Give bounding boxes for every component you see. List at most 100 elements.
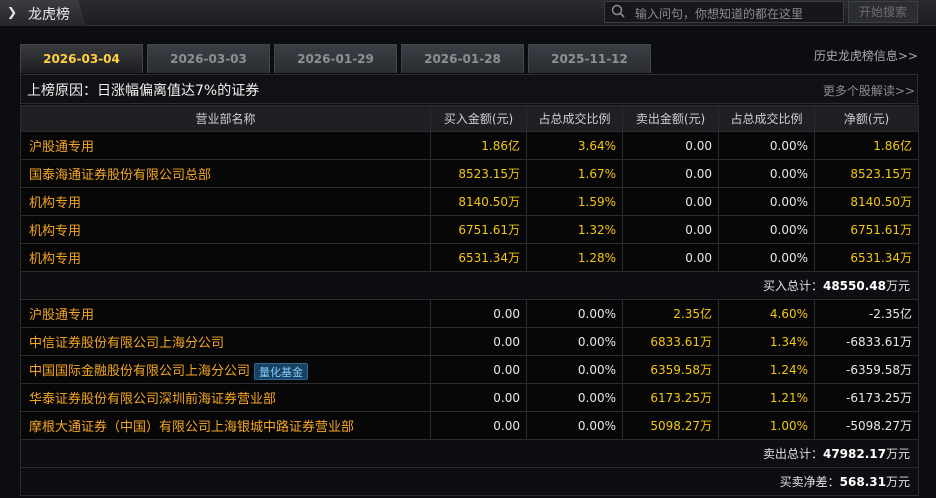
broker-name[interactable]: 国泰海通证券股份有限公司总部: [20, 159, 431, 188]
total-value: 48550.48: [822, 279, 886, 293]
tab-date-2026-01-29[interactable]: 2026-01-29: [274, 44, 397, 73]
buy-percent: 1.28%: [526, 243, 623, 272]
sell-percent: 1.21%: [718, 383, 815, 412]
table-row[interactable]: 中国国际金融股份有限公司上海分公司 量化基金 0.00 0.00% 6359.58万 1.…: [20, 355, 919, 384]
sell-amount: 5098.27万: [622, 411, 719, 440]
reason-bar: 上榜原因：日涨幅偏离值达7%的证券 更多个股解读>>: [20, 74, 918, 104]
column-header: 买入金额(元): [430, 105, 527, 132]
total-value: 47982.17: [822, 447, 886, 461]
dragon-tiger-panel: 2026-03-04 2026-03-03 2026-01-29 2026-01-28…: [20, 44, 919, 498]
tab-date-2026-03-04[interactable]: 2026-03-04: [20, 44, 143, 73]
reason-label: 上榜原因：日涨幅偏离值达7%的证券: [27, 83, 260, 99]
total-unit: 万元: [885, 447, 910, 461]
sell-percent: 1.34%: [718, 327, 815, 356]
sell-percent: 4.60%: [718, 299, 815, 328]
table-row[interactable]: 机构专用 6751.61万 1.32% 0.00 0.00% 6751.61万: [20, 215, 919, 244]
net-amount: -6359.58万: [814, 355, 919, 384]
tab-date-2026-01-28[interactable]: 2026-01-28: [401, 44, 524, 73]
buy-amount: 8523.15万: [430, 159, 527, 188]
broker-name[interactable]: 机构专用: [20, 243, 431, 272]
broker-name[interactable]: 中国国际金融股份有限公司上海分公司 量化基金: [20, 355, 431, 384]
table-row[interactable]: 华泰证券股份有限公司深圳前海证券营业部 0.00 0.00% 6173.25万 1.21…: [20, 383, 919, 412]
net-total-text: 买卖净差：568.31万元: [20, 467, 919, 496]
top-bar: ❯ 龙虎榜 输入问句，你想知道的都在这里 开始搜索: [0, 0, 936, 26]
broker-name[interactable]: 沪股通专用: [20, 131, 431, 160]
broker-name[interactable]: 摩根大通证券（中国）有限公司上海银城中路证券营业部: [20, 411, 431, 440]
buy-percent: 0.00%: [526, 327, 623, 356]
column-header: 占总成交比例: [718, 105, 815, 132]
column-header: 卖出金额(元): [622, 105, 719, 132]
total-label: 买卖净差：: [779, 475, 840, 489]
broker-name[interactable]: 中信证券股份有限公司上海分公司: [20, 327, 431, 356]
tab-date-2025-11-12[interactable]: 2025-11-12: [528, 44, 651, 73]
net-amount: 6531.34万: [814, 243, 919, 272]
sell-amount: 0.00: [622, 243, 719, 272]
broker-name[interactable]: 华泰证券股份有限公司深圳前海证券营业部: [20, 383, 431, 412]
buy-percent: 0.00%: [526, 355, 623, 384]
sell-percent: 0.00%: [718, 131, 815, 160]
total-value: 568.31: [839, 475, 886, 489]
search-button[interactable]: 开始搜索: [848, 1, 918, 23]
net-amount: 8140.50万: [814, 187, 919, 216]
total-unit: 万元: [885, 279, 910, 293]
net-amount: -6173.25万: [814, 383, 919, 412]
broker-name[interactable]: 机构专用: [20, 215, 431, 244]
buy-amount: 1.86亿: [430, 131, 527, 160]
broker-name[interactable]: 机构专用: [20, 187, 431, 216]
sell-percent: 1.24%: [718, 355, 815, 384]
broker-table: 营业部名称 买入金额(元) 占总成交比例 卖出金额(元) 占总成交比例 净额(元) 沪股通…: [20, 105, 919, 496]
column-header: 净额(元): [814, 105, 919, 132]
buy-total: 买入总计：48550.48万元: [20, 271, 919, 300]
broker-name[interactable]: 沪股通专用: [20, 299, 431, 328]
quant-fund-badge: 量化基金: [254, 362, 309, 380]
sell-amount: 0.00: [622, 187, 719, 216]
table-row[interactable]: 沪股通专用 0.00 0.00% 2.35亿 4.60% -2.35亿: [20, 299, 919, 328]
buy-amount: 0.00: [430, 299, 527, 328]
total-label: 卖出总计：: [762, 447, 823, 461]
net-amount: 8523.15万: [814, 159, 919, 188]
tab-date-2026-03-03[interactable]: 2026-03-03: [147, 44, 270, 73]
net-amount: -2.35亿: [814, 299, 919, 328]
table-row[interactable]: 机构专用 6531.34万 1.28% 0.00 0.00% 6531.34万: [20, 243, 919, 272]
search-box[interactable]: 输入问句，你想知道的都在这里: [604, 1, 844, 23]
search-input[interactable]: 输入问句，你想知道的都在这里: [635, 5, 803, 22]
buy-percent: 1.32%: [526, 215, 623, 244]
net-amount: 1.86亿: [814, 131, 919, 160]
app-title: 龙虎榜: [28, 7, 70, 23]
net-total: 买卖净差：568.31万元: [20, 467, 919, 496]
buy-percent: 0.00%: [526, 411, 623, 440]
chevron-right-icon: ❯: [7, 5, 18, 19]
table-row[interactable]: 沪股通专用 1.86亿 3.64% 0.00 0.00% 1.86亿: [20, 131, 919, 160]
buy-percent: 0.00%: [526, 299, 623, 328]
buy-amount: 0.00: [430, 327, 527, 356]
net-amount: -5098.27万: [814, 411, 919, 440]
table-row[interactable]: 摩根大通证券（中国）有限公司上海银城中路证券营业部 0.00 0.00% 5098.2…: [20, 411, 919, 440]
sell-amount: 0.00: [622, 215, 719, 244]
history-link[interactable]: 历史龙虎榜信息>>: [814, 47, 918, 64]
sell-amount: 0.00: [622, 159, 719, 188]
column-header: 营业部名称: [20, 105, 431, 132]
search-icon: [611, 4, 625, 18]
buy-amount: 8140.50万: [430, 187, 527, 216]
sell-percent: 0.00%: [718, 187, 815, 216]
sell-percent: 0.00%: [718, 159, 815, 188]
sell-amount: 6359.58万: [622, 355, 719, 384]
sell-amount: 2.35亿: [622, 299, 719, 328]
sell-percent: 1.00%: [718, 411, 815, 440]
table-row[interactable]: 中信证券股份有限公司上海分公司 0.00 0.00% 6833.61万 1.34% -68…: [20, 327, 919, 356]
net-amount: -6833.61万: [814, 327, 919, 356]
total-unit: 万元: [885, 475, 910, 489]
table-row[interactable]: 国泰海通证券股份有限公司总部 8523.15万 1.67% 0.00 0.00% 8523…: [20, 159, 919, 188]
sell-amount: 6173.25万: [622, 383, 719, 412]
buy-amount: 6531.34万: [430, 243, 527, 272]
buy-percent: 3.64%: [526, 131, 623, 160]
title-tab[interactable]: ❯ 龙虎榜: [0, 0, 86, 26]
table-header: 营业部名称 买入金额(元) 占总成交比例 卖出金额(元) 占总成交比例 净额(元): [20, 105, 919, 132]
sell-amount: 0.00: [622, 131, 719, 160]
table-row[interactable]: 机构专用 8140.50万 1.59% 0.00 0.00% 8140.50万: [20, 187, 919, 216]
more-analysis-link[interactable]: 更多个股解读>>: [823, 82, 915, 99]
sell-percent: 0.00%: [718, 215, 815, 244]
sell-total: 卖出总计：47982.17万元: [20, 439, 919, 468]
total-label: 买入总计：: [762, 279, 823, 293]
buy-amount: 6751.61万: [430, 215, 527, 244]
